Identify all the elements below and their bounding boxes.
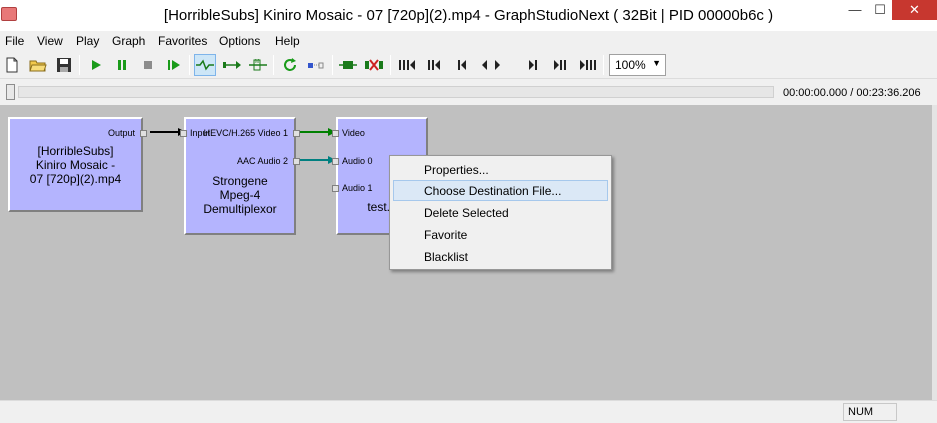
menu-graph[interactable]: Graph	[112, 34, 145, 48]
pin-label-hevc-video: HEVC/H.265 Video 1	[203, 128, 288, 138]
filter-name-demultiplexor: Strongene Mpeg-4 Demultiplexor	[203, 174, 277, 216]
num-lock-indicator: NUM	[843, 403, 897, 421]
time-display: 00:00:00.000 / 00:23:36.206	[783, 87, 921, 99]
menu-item-favorite[interactable]: Favorite	[393, 224, 608, 245]
seek-slider-thumb[interactable]	[6, 84, 15, 100]
pin-audio-1[interactable]	[332, 185, 339, 192]
seek-forward-large-icon[interactable]	[549, 54, 571, 76]
status-bar: NUM	[0, 400, 937, 423]
save-icon[interactable]	[53, 54, 75, 76]
pin-audio-0[interactable]	[332, 158, 339, 165]
stop-icon[interactable]	[137, 54, 159, 76]
pin-output[interactable]	[140, 130, 147, 137]
seek-back-large-icon[interactable]	[423, 54, 445, 76]
menu-item-delete-selected[interactable]: Delete Selected	[393, 202, 608, 223]
vertical-scrollbar[interactable]	[932, 105, 937, 400]
svg-text:M: M	[255, 59, 259, 65]
seek-start-icon[interactable]	[396, 54, 418, 76]
menu-view[interactable]: View	[37, 34, 63, 48]
menu-item-choose-destination-file[interactable]: Choose Destination File...	[393, 180, 608, 201]
pause-icon[interactable]	[111, 54, 133, 76]
zoom-value: 100%	[615, 58, 646, 72]
minimize-button[interactable]: —	[842, 0, 868, 20]
open-folder-icon[interactable]	[27, 54, 49, 76]
pin-label-output: Output	[107, 128, 135, 138]
pin-hevc-video[interactable]	[293, 130, 300, 137]
frame-step-icon[interactable]	[480, 54, 502, 76]
menu-play[interactable]: Play	[76, 34, 99, 48]
menu-help[interactable]: Help	[275, 34, 300, 48]
menu-file[interactable]: File	[5, 34, 24, 48]
play-icon[interactable]	[85, 54, 107, 76]
close-button[interactable]: ✕	[892, 0, 937, 20]
zoom-select[interactable]: 100% ▼	[609, 54, 666, 76]
filter-source[interactable]: Output [HorribleSubs] Kiniro Mosaic - 07…	[8, 117, 147, 212]
chevron-down-icon: ▼	[652, 58, 661, 68]
clock-icon[interactable]	[305, 54, 327, 76]
disconnect-icon[interactable]	[363, 54, 385, 76]
toolbar: M 100% ▼	[0, 51, 937, 79]
seek-slider-track[interactable]	[18, 86, 774, 98]
refresh-icon[interactable]	[279, 54, 301, 76]
maximize-button[interactable]: ☐	[868, 0, 892, 20]
new-file-icon[interactable]	[1, 54, 23, 76]
seek-end-icon[interactable]	[577, 54, 599, 76]
pin-aac-audio[interactable]	[293, 158, 300, 165]
menu-item-properties[interactable]: Properties...	[393, 159, 608, 180]
pin-label-aac-audio: AAC Audio 2	[236, 156, 288, 166]
pin-input[interactable]	[180, 130, 187, 137]
seek-bar: 00:00:00.000 / 00:23:36.206	[0, 81, 937, 105]
insert-filter-icon[interactable]	[337, 54, 359, 76]
pin-label-audio-0: Audio 0	[342, 156, 373, 166]
menu-options[interactable]: Options	[219, 34, 260, 48]
window-title: [HorribleSubs] Kiniro Mosaic - 07 [720p]…	[163, 7, 774, 24]
context-menu: Properties... Choose Destination File...…	[389, 155, 612, 270]
filter-name-source: [HorribleSubs] Kiniro Mosaic - 07 [720p]…	[29, 144, 122, 186]
pin-label-video: Video	[342, 128, 365, 138]
seek-forward-icon[interactable]	[522, 54, 544, 76]
pin-label-audio-1: Audio 1	[342, 183, 373, 193]
filter-demultiplexor[interactable]: Input HEVC/H.265 Video 1 AAC Audio 2 Str…	[180, 117, 300, 235]
menu-item-blacklist[interactable]: Blacklist	[393, 246, 608, 267]
title-bar: [HorribleSubs] Kiniro Mosaic - 07 [720p]…	[0, 0, 937, 31]
render-pins-icon[interactable]: M	[247, 54, 269, 76]
menu-bar: File View Play Graph Favorites Options H…	[0, 31, 937, 51]
direct-connect-icon[interactable]	[221, 54, 243, 76]
connect-mode-icon[interactable]	[194, 54, 216, 76]
seek-back-icon[interactable]	[451, 54, 473, 76]
pin-video[interactable]	[332, 130, 339, 137]
menu-favorites[interactable]: Favorites	[158, 34, 207, 48]
step-frame-icon[interactable]	[163, 54, 185, 76]
